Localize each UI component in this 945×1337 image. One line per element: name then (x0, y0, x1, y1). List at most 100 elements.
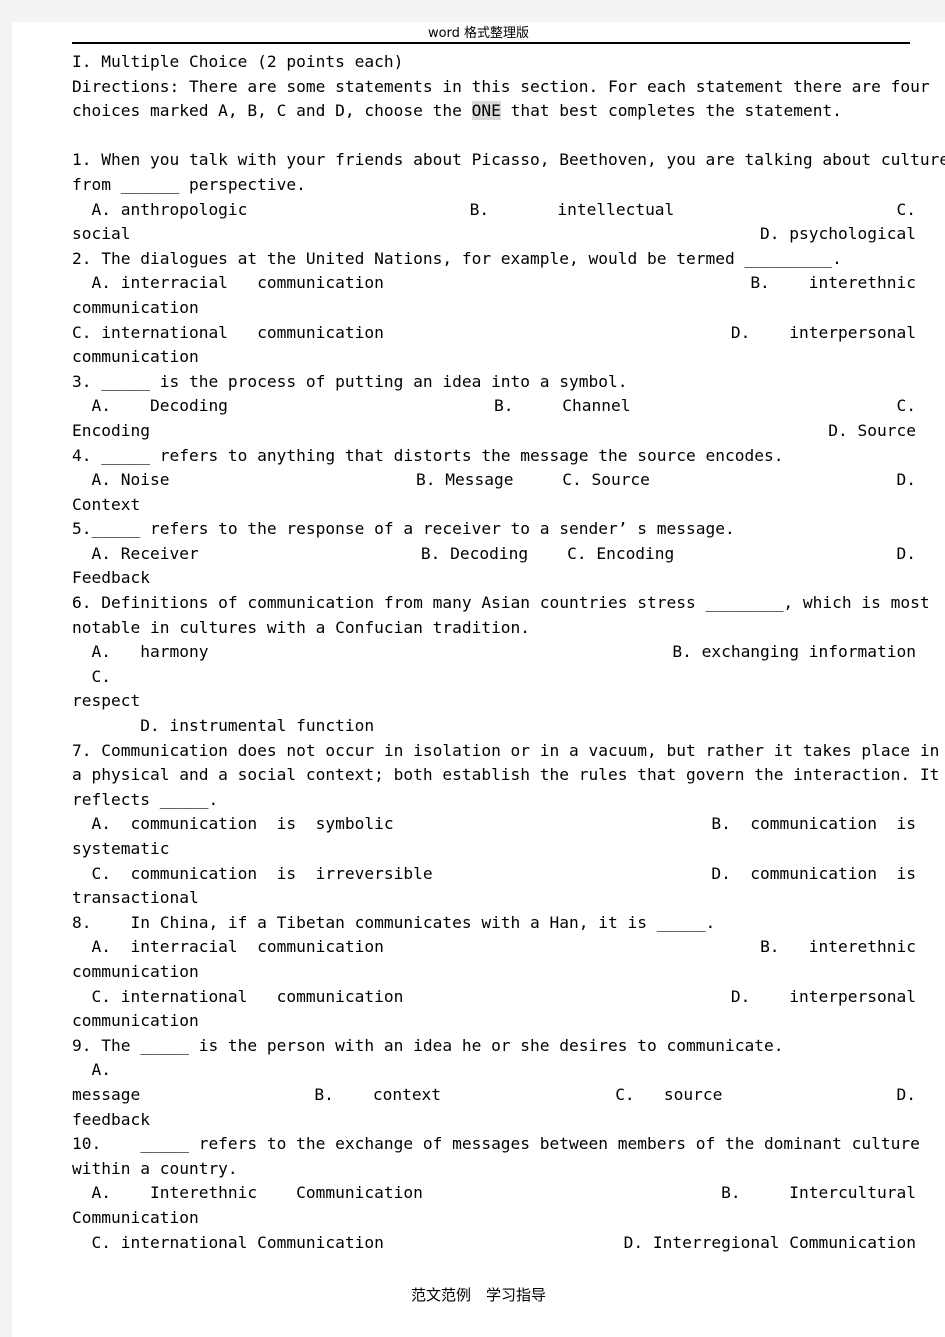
option-choice[interactable]: A. Interethnic Communication (72, 1181, 422, 1206)
option-choice[interactable]: A. harmony (72, 640, 208, 665)
option-choice[interactable]: B. interethnic (750, 271, 916, 296)
option-choice[interactable]: B. Intercultural (721, 1181, 916, 1206)
option-choice[interactable]: Communication (72, 1206, 199, 1231)
directions-line-2-part-a: choices marked A, B, C and D, choose the (72, 101, 472, 121)
option-choice[interactable]: A. Noise (72, 468, 169, 493)
option-row: Encoding D. Source (72, 419, 916, 444)
option-row: Communication (72, 1206, 916, 1231)
question-stem-line: a physical and a social context; both es… (72, 765, 940, 785)
option-row: A. harmony B. exchanging information (72, 640, 916, 665)
option-choice[interactable]: transactional (72, 886, 199, 911)
directions-line-2: choices marked A, B, C and D, choose the… (72, 99, 916, 124)
option-choice[interactable]: D. interpersonal (731, 985, 916, 1010)
option-row: A. interracial communication B. interethn… (72, 271, 916, 296)
question-stem-line: 3. _____ is the process of putting an id… (72, 371, 628, 391)
option-choice[interactable]: social (72, 222, 130, 247)
question-block: 10. _____ refers to the exchange of mess… (72, 1132, 920, 1256)
question-block: 5._____ refers to the response of a rece… (72, 517, 916, 591)
question-stem-line: 7. Communication does not occur in isola… (72, 740, 940, 760)
option-row: C. (72, 665, 916, 690)
option-choice[interactable]: D. (897, 542, 917, 567)
option-choice[interactable]: D. Interregional Communication (624, 1231, 916, 1256)
option-choice[interactable]: C. (72, 665, 111, 690)
option-row: message B. context C. source D. (72, 1083, 916, 1108)
option-choice[interactable]: D. interpersonal (731, 321, 916, 346)
option-row: feedback (72, 1108, 916, 1133)
option-choice[interactable]: D. (897, 1083, 917, 1108)
option-choice[interactable]: B. context (314, 1083, 441, 1108)
option-choice[interactable]: B. intellectual (470, 198, 675, 223)
option-choice[interactable]: communication (72, 1009, 199, 1034)
option-choice[interactable]: C. communication is irreversible (72, 862, 432, 887)
question-block: 2. The dialogues at the United Nations, … (72, 247, 916, 370)
option-choice[interactable]: respect (72, 689, 140, 714)
option-choice[interactable]: C. source (615, 1083, 722, 1108)
option-row: communication (72, 960, 916, 985)
option-choice[interactable]: D. Source (663, 419, 916, 444)
question-stem-line: 5._____ refers to the response of a rece… (72, 519, 735, 539)
option-choice[interactable]: communication (72, 345, 199, 370)
option-choice[interactable]: C. (897, 394, 917, 419)
option-row: C. communication is irreversible D. commu… (72, 862, 916, 887)
question-stem-line: 9. The _____ is the person with an idea … (72, 1035, 784, 1055)
question-block: 1. When you talk with your friends about… (72, 148, 945, 247)
page-left-margin-band (0, 0, 12, 1337)
question-block: 8. In China, if a Tibetan communicates w… (72, 911, 916, 1034)
option-row: A. Decoding B. Channel C. (72, 394, 916, 419)
option-choice[interactable]: D. communication is (711, 862, 916, 887)
option-row: C. international communication D. interpe… (72, 321, 916, 346)
option-row: A. interracial communication B. interethn… (72, 935, 916, 960)
option-choice[interactable]: message (72, 1083, 140, 1108)
option-choice[interactable]: A. (72, 1058, 111, 1083)
option-row: A. Interethnic Communication B. Intercult… (72, 1181, 916, 1206)
option-choice[interactable]: feedback (72, 1108, 150, 1133)
question-block: 9. The _____ is the person with an idea … (72, 1034, 916, 1132)
header-divider-rule (72, 42, 910, 44)
option-choice[interactable]: B. Channel (494, 394, 630, 419)
option-row: A. (72, 1058, 916, 1083)
page-top-margin-band (0, 0, 945, 22)
option-choice[interactable]: Feedback (72, 566, 150, 591)
question-stem-line: 4. _____ refers to anything that distort… (72, 445, 784, 465)
question-block: 7. Communication does not occur in isola… (72, 739, 940, 911)
option-row: C. international communication D. interpe… (72, 985, 916, 1010)
option-choice[interactable]: C. international Communication (72, 1231, 383, 1256)
option-choice[interactable]: C. (897, 198, 917, 223)
document-page: word 格式整理版 I. Multiple Choice (2 points … (12, 22, 945, 1337)
option-choice[interactable]: A. anthropologic (72, 198, 247, 223)
option-choice[interactable]: A. Receiver (72, 542, 198, 567)
page-footer: 范文范例 学习指导 (410, 1286, 546, 1304)
directions-line-1: Directions: There are some statements in… (72, 76, 930, 96)
option-choice[interactable]: C. international communication (72, 985, 403, 1010)
option-choice[interactable]: D. psychological (546, 222, 916, 247)
option-choice[interactable]: C. international communication (72, 321, 384, 346)
option-choice[interactable]: Context (72, 493, 140, 518)
question-stem-line: reflects _____. (72, 789, 219, 809)
option-row: D. instrumental function (72, 714, 916, 739)
question-stem-line: 8. In China, if a Tibetan communicates w… (72, 912, 716, 932)
option-row: Context (72, 493, 916, 518)
option-choice[interactable]: communication (72, 296, 199, 321)
option-row: social D. psychological (72, 222, 916, 247)
option-choice[interactable]: B. interethnic (760, 935, 916, 960)
option-choice[interactable]: A. communication is symbolic (72, 812, 393, 837)
option-choice[interactable]: B. Decoding C. Encoding (421, 542, 674, 567)
option-choice[interactable]: D. (897, 468, 917, 493)
option-choice[interactable]: D. instrumental function (72, 714, 374, 739)
option-row: systematic (72, 837, 916, 862)
option-choice[interactable]: B. Message C. Source (416, 468, 650, 493)
option-choice[interactable]: systematic (72, 837, 169, 862)
option-choice[interactable]: B. exchanging information (672, 640, 916, 665)
option-row: communication (72, 345, 916, 370)
option-choice[interactable]: B. communication is (711, 812, 916, 837)
option-choice[interactable]: A. interracial communication (72, 935, 383, 960)
option-choice[interactable]: communication (72, 960, 199, 985)
option-choice[interactable]: A. interracial communication (72, 271, 383, 296)
option-choice[interactable]: A. Decoding (72, 394, 227, 419)
section-title: I. Multiple Choice (2 points each) (72, 52, 404, 71)
question-stem-line: from ______ perspective. (72, 174, 306, 194)
running-header-text: word 格式整理版 (427, 26, 530, 41)
option-choice[interactable]: Encoding (72, 419, 150, 444)
directions-line-2-part-b: that best completes the statement. (500, 101, 842, 121)
